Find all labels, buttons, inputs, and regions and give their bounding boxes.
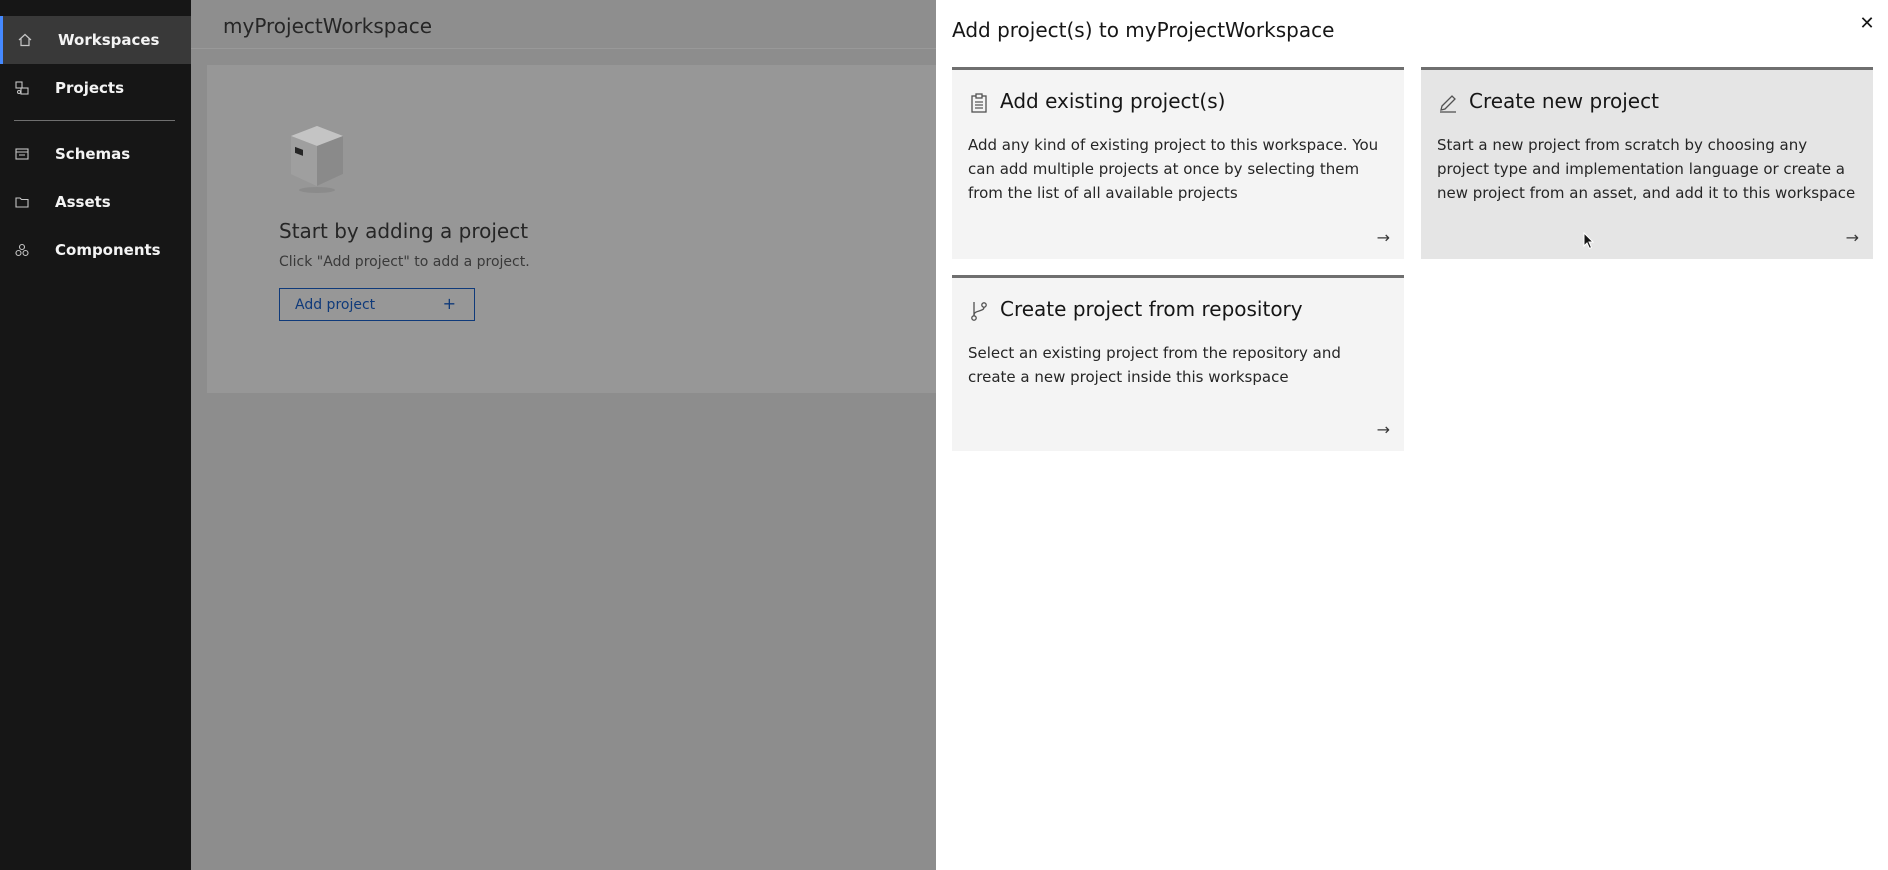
sidebar-item-components[interactable]: Components bbox=[0, 226, 191, 274]
home-icon bbox=[17, 32, 33, 48]
sidebar-item-label: Projects bbox=[55, 79, 125, 97]
mouse-cursor-icon bbox=[1583, 232, 1595, 250]
main-content-overlay: myProjectWorkspace Start by adding a pro… bbox=[191, 0, 936, 870]
sidebar-item-label: Components bbox=[55, 241, 161, 259]
sidebar-item-label: Workspaces bbox=[58, 31, 160, 49]
clipboard-icon bbox=[968, 92, 990, 114]
tile-description: Select an existing project from the repo… bbox=[968, 344, 1341, 386]
projects-icon bbox=[14, 80, 30, 96]
tile-title: Add existing project(s) bbox=[1000, 89, 1226, 113]
sidebar-item-label: Schemas bbox=[55, 145, 131, 163]
sidebar: Workspaces Projects Schemas Assets Compo… bbox=[0, 0, 191, 870]
close-button[interactable]: ✕ bbox=[1854, 10, 1880, 36]
tile-description: Start a new project from scratch by choo… bbox=[1437, 136, 1856, 202]
box-illustration bbox=[291, 126, 343, 193]
folder-icon bbox=[14, 194, 30, 210]
sidebar-item-projects[interactable]: Projects bbox=[0, 64, 191, 112]
tile-title: Create project from repository bbox=[1000, 297, 1303, 321]
arrow-right-icon: → bbox=[1376, 420, 1390, 439]
empty-state-card: Start by adding a project Click "Add pro… bbox=[207, 65, 936, 393]
edit-icon bbox=[1437, 92, 1459, 114]
sidebar-item-assets[interactable]: Assets bbox=[0, 178, 191, 226]
tile-create-from-repository[interactable]: Create project from repository Select an… bbox=[952, 275, 1404, 451]
empty-state-title: Start by adding a project bbox=[279, 219, 529, 243]
sidebar-item-workspaces[interactable]: Workspaces bbox=[0, 16, 191, 64]
page-header: myProjectWorkspace bbox=[191, 0, 936, 49]
branch-icon bbox=[968, 300, 990, 322]
arrow-right-icon: → bbox=[1845, 228, 1859, 247]
panel-title: Add project(s) to myProjectWorkspace bbox=[952, 18, 1335, 42]
plus-icon: + bbox=[442, 294, 456, 313]
sidebar-item-schemas[interactable]: Schemas bbox=[0, 130, 191, 178]
tile-add-existing-projects[interactable]: Add existing project(s) Add any kind of … bbox=[952, 67, 1404, 259]
sidebar-item-label: Assets bbox=[55, 193, 111, 211]
empty-state-subtitle: Click "Add project" to add a project. bbox=[279, 254, 530, 270]
tile-description: Add any kind of existing project to this… bbox=[968, 136, 1379, 202]
add-project-label: Add project bbox=[295, 296, 376, 313]
tile-create-new-project[interactable]: Create new project Start a new project f… bbox=[1421, 67, 1873, 259]
components-icon bbox=[14, 242, 30, 258]
close-icon: ✕ bbox=[1859, 12, 1875, 34]
schemas-icon bbox=[14, 146, 30, 162]
tile-title: Create new project bbox=[1469, 89, 1659, 113]
arrow-right-icon: → bbox=[1376, 228, 1390, 247]
add-project-button[interactable]: Add project + bbox=[279, 288, 475, 321]
add-projects-panel: Add project(s) to myProjectWorkspace ✕ A… bbox=[936, 0, 1888, 870]
sidebar-divider bbox=[14, 120, 175, 121]
page-title: myProjectWorkspace bbox=[223, 14, 433, 38]
